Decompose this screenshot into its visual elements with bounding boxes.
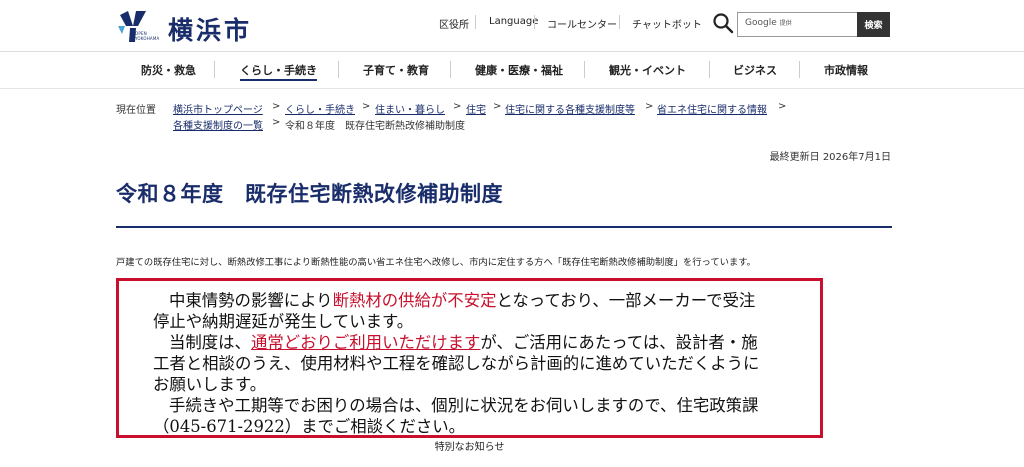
divider	[534, 15, 535, 29]
divider	[0, 88, 1024, 89]
call-center-link[interactable]: コールセンター	[547, 16, 617, 31]
divider	[584, 61, 585, 78]
page-title: 令和８年度 既存住宅断熱改修補助制度	[116, 182, 503, 206]
site-logo[interactable]: OPEN YOKOHAMA 横浜市	[116, 8, 256, 45]
logo-wordmark: 横浜市	[168, 16, 253, 45]
special-notice-box: 中東情勢の影響により断熱材の供給が不安定となっており、一部メーカーで受注 停止や…	[116, 278, 823, 438]
language-link[interactable]: Language	[489, 16, 538, 27]
last-updated: 最終更新日 2026年7月1日	[769, 152, 891, 163]
breadcrumb-link[interactable]: 横浜市トップページ	[173, 101, 263, 116]
search-button[interactable]: 検索	[857, 12, 890, 37]
site-header: OPEN YOKOHAMA 横浜市 区役所 Language コールセンター チ…	[0, 0, 1024, 50]
yokohama-logo-icon: OPEN YOKOHAMA	[116, 9, 160, 43]
divider	[450, 61, 451, 78]
notice-line: （045-671-2922）までご相談ください。	[153, 417, 466, 436]
nav-item-health[interactable]: 健康・医療・福祉	[475, 62, 563, 78]
breadcrumb-separator: >	[272, 117, 281, 128]
breadcrumb-link[interactable]: 各種支援制度の一覧	[173, 117, 263, 132]
breadcrumb-separator: >	[362, 101, 371, 112]
notice-caption: 特別なお知らせ	[434, 442, 505, 453]
notice-highlight: 通常どおりご利用いただけます	[250, 333, 481, 352]
divider	[619, 15, 620, 29]
breadcrumb-separator: >	[645, 101, 654, 112]
breadcrumb-separator: >	[453, 101, 462, 112]
intro-text: 戸建ての既存住宅に対し、断熱改修工事により断熱性能の高い省エネ住宅へ改修し、市内…	[116, 257, 756, 268]
divider	[338, 61, 339, 78]
breadcrumb-link[interactable]: 住宅	[466, 101, 486, 116]
breadcrumb-label: 現在位置	[116, 105, 156, 116]
notice-line: 手続きや工期等でお困りの場合は、個別に状況をお伺いしますので、住宅政策課	[169, 396, 759, 415]
nav-item-childcare[interactable]: 子育て・教育	[363, 62, 429, 78]
notice-line: 中東情勢の影響により断熱材の供給が不安定となっており、一部メーカーで受注	[169, 291, 756, 310]
notice-line: お願いします。	[153, 375, 267, 394]
notice-line: 当制度は、通常どおりご利用いただけますが、ご活用にあたっては、設計者・施	[169, 333, 758, 352]
nav-item-disaster[interactable]: 防災・救急	[141, 62, 196, 78]
nav-item-city-info[interactable]: 市政情報	[824, 62, 868, 78]
ward-office-link[interactable]: 区役所	[439, 16, 469, 31]
divider	[709, 61, 710, 78]
notice-line: 工者と相談のうえ、使用材料や工程を確認しながら計画的に進めていただくように	[153, 354, 760, 373]
search-icon[interactable]	[712, 12, 734, 34]
breadcrumb-separator: >	[778, 101, 787, 112]
search-input[interactable]: Google 提供	[737, 12, 857, 37]
chatbot-link[interactable]: チャットボット	[632, 16, 702, 31]
divider	[214, 61, 215, 78]
breadcrumb-separator: >	[493, 101, 502, 112]
nav-item-living[interactable]: くらし・手続き	[240, 62, 317, 81]
breadcrumb-link[interactable]: 住まい・暮らし	[375, 101, 445, 116]
divider	[0, 51, 1024, 52]
search-provider: Google 提供	[745, 18, 792, 28]
breadcrumb-link[interactable]: 省エネ住宅に関する情報	[657, 101, 767, 116]
divider	[475, 15, 476, 29]
title-underline	[116, 226, 892, 228]
divider	[799, 61, 800, 78]
nav-item-tourism[interactable]: 観光・イベント	[609, 62, 686, 78]
notice-highlight: 断熱材の供給が不安定	[332, 291, 497, 310]
breadcrumb-link[interactable]: くらし・手続き	[285, 101, 355, 116]
breadcrumb-current: 令和８年度 既存住宅断熱改修補助制度	[285, 121, 465, 132]
logo-yokohama-text: YOKOHAMA	[135, 36, 160, 41]
nav-item-business[interactable]: ビジネス	[733, 62, 777, 78]
notice-line: 停止や納期遅延が発生しています。	[153, 312, 414, 331]
breadcrumb-link[interactable]: 住宅に関する各種支援制度等	[505, 101, 635, 116]
breadcrumb-separator: >	[272, 101, 281, 112]
